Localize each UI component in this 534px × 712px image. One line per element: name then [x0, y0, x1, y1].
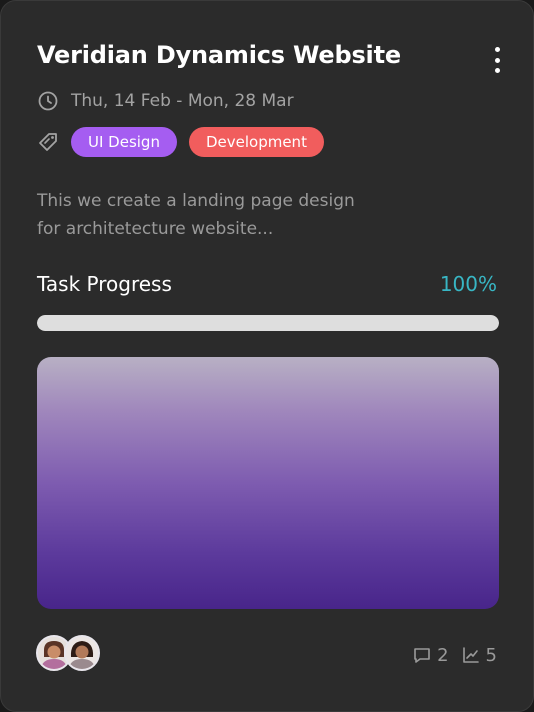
progress-bar-fill	[37, 315, 499, 331]
card-description: This we create a landing page design for…	[37, 187, 437, 243]
activity-count: 5	[485, 644, 497, 666]
tags-row: UI Design Development	[37, 127, 324, 157]
description-line: for architetecture website...	[37, 219, 274, 239]
comment-icon	[414, 648, 430, 663]
progress-value: 100%	[439, 272, 497, 296]
avatar[interactable]	[64, 635, 100, 671]
card-title: Veridian Dynamics Website	[37, 41, 401, 69]
project-card[interactable]: Veridian Dynamics Website Thu, 14 Feb - …	[0, 0, 534, 712]
date-range: Thu, 14 Feb - Mon, 28 Mar	[71, 91, 294, 111]
comments-count: 2	[437, 644, 449, 666]
activity-stat[interactable]: 5	[461, 645, 497, 666]
progress-bar	[37, 315, 499, 331]
assignee-avatars[interactable]	[36, 635, 106, 671]
clock-icon	[38, 91, 58, 111]
comments-stat[interactable]: 2	[412, 644, 449, 666]
card-stats: 2 5	[412, 643, 497, 667]
more-options-icon[interactable]	[487, 47, 507, 73]
trend-up-icon	[462, 647, 479, 663]
tag-development[interactable]: Development	[188, 127, 324, 157]
date-range-row: Thu, 14 Feb - Mon, 28 Mar	[37, 88, 294, 114]
description-line: This we create a landing page design	[37, 191, 355, 211]
progress-label: Task Progress	[37, 272, 172, 296]
tag-icon	[39, 133, 57, 151]
cover-image	[37, 357, 499, 609]
tag-ui-design[interactable]: UI Design	[71, 127, 177, 157]
